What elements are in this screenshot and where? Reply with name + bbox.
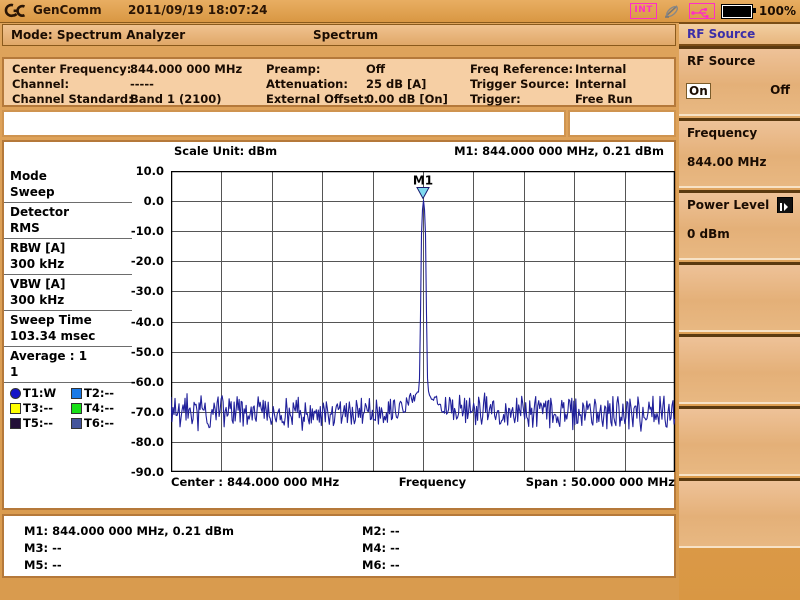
marker-readout-label: M1: 844.000 000 MHz, 0.21 dBm — [454, 144, 664, 158]
marker-row-m6: M6: -- — [362, 558, 400, 572]
softkey-value: 844.00 MHz — [687, 155, 767, 169]
spectrum-analyzer-screen: GenComm 2011/09/19 18:07:24 INT 100% Mod… — [0, 0, 800, 600]
marker-row-m2: M2: -- — [362, 524, 400, 538]
satellite-dish-icon — [664, 4, 678, 18]
plot-area[interactable]: M1 — [170, 170, 676, 473]
marker-value: -- — [390, 558, 400, 572]
x-axis-labels: Center : 844.000 000 MHz Frequency Span … — [171, 475, 675, 489]
param-value: ----- — [130, 77, 154, 91]
menu-title: RF Source — [679, 22, 800, 46]
y-axis-tick-label: -20.0 — [130, 254, 164, 269]
y-axis-tick-label: -50.0 — [130, 344, 164, 359]
softkey-empty-1[interactable] — [679, 262, 800, 332]
softkey-value: 0 dBm — [687, 227, 730, 241]
y-axis-tick-label: -70.0 — [130, 404, 164, 419]
y-axis-tick-label: -40.0 — [130, 314, 164, 329]
marker-value: -- — [52, 558, 62, 572]
span-label: Span : 50.000 000 MHz — [525, 475, 675, 489]
param-label: Freq Reference: — [470, 62, 574, 76]
y-axis-labels: 10.0 0.0 -10.0 -20.0 -30.0 -40.0 -50.0 -60.0 -70… — [4, 164, 169, 479]
mode-bar[interactable]: Mode: Spectrum Analyzer Spectrum — [2, 24, 676, 46]
param-value: Band 1 (2100) — [130, 92, 222, 106]
param-label: Preamp: — [266, 62, 321, 76]
battery-icon — [720, 3, 756, 19]
marker-label: M1: — [24, 524, 49, 538]
softkey-label: Frequency — [687, 126, 758, 140]
usb-icon — [688, 3, 715, 19]
spectrum-trace-svg: M1 — [170, 170, 676, 473]
marker-row-m4: M4: -- — [362, 541, 400, 555]
marker-table[interactable]: M1: 844.000 000 MHz, 0.21 dBm M2: -- M3:… — [2, 514, 676, 578]
marker-value: -- — [390, 541, 400, 555]
softkey-label: RF Source — [687, 54, 756, 68]
param-label: Center Frequency: — [12, 62, 132, 76]
param-value: Off — [366, 62, 386, 76]
param-label: Trigger: — [470, 92, 521, 106]
softkey-rf-source[interactable]: RF Source On Off — [679, 46, 800, 116]
battery-percent-label: 100% — [758, 4, 796, 18]
marker-row-m1: M1: 844.000 000 MHz, 0.21 dBm — [24, 524, 234, 538]
marker-value: -- — [52, 541, 62, 555]
softkey-frequency[interactable]: Frequency 844.00 MHz — [679, 118, 800, 188]
right-softkey-menu: RF Source RF Source On Off Frequency 844… — [679, 22, 800, 600]
param-label: Channel: — [12, 77, 70, 91]
param-column-2: Preamp: Off Attenuation: 25 dB [A] Externa… — [266, 62, 466, 107]
y-axis-tick-label: -80.0 — [130, 434, 164, 449]
marker-label: M3: — [24, 541, 49, 555]
softkey-empty-3[interactable] — [679, 406, 800, 476]
info-box-right — [568, 110, 676, 137]
marker-label: M6: — [362, 558, 387, 572]
y-axis-tick-label: -60.0 — [130, 374, 164, 389]
scale-unit-label: Scale Unit: dBm — [174, 144, 278, 158]
param-value: 844.000 000 MHz — [130, 62, 243, 76]
gc-logo-icon — [4, 3, 26, 18]
param-value: 25 dB [A] — [366, 77, 427, 91]
param-value: 0.00 dB [On] — [366, 92, 448, 106]
y-axis-tick-label: 10.0 — [135, 164, 164, 178]
menu-title-label: RF Source — [687, 27, 756, 41]
param-label: Attenuation: — [266, 77, 348, 91]
status-icon-group: INT 100% — [630, 2, 796, 20]
status-bar: GenComm 2011/09/19 18:07:24 INT 100% — [0, 0, 800, 23]
rf-source-off-option[interactable]: Off — [770, 83, 790, 97]
datetime-label: 2011/09/19 18:07:24 — [128, 3, 268, 17]
y-axis-tick-label: -10.0 — [130, 224, 164, 239]
param-value: Internal — [575, 77, 627, 91]
info-box-left — [2, 110, 566, 137]
softkey-label: Power Level — [687, 198, 770, 212]
brand-label: GenComm — [33, 3, 102, 17]
marker-label: M2: — [362, 524, 387, 538]
rf-source-on-option[interactable]: On — [686, 83, 711, 99]
param-label: Trigger Source: — [470, 77, 570, 91]
marker-value: 844.000 000 MHz, 0.21 dBm — [52, 524, 234, 538]
param-label: Channel Standard: — [12, 92, 133, 106]
mode-label: Mode: Spectrum Analyzer — [11, 28, 186, 42]
marker-row-m5: M5: -- — [24, 558, 62, 572]
marker-label: M5: — [24, 558, 49, 572]
param-label: External Offset: — [266, 92, 368, 106]
step-icon[interactable] — [777, 197, 793, 213]
softkey-empty-4[interactable] — [679, 478, 800, 548]
param-value: Free Run — [575, 92, 633, 106]
y-axis-tick-label: 0.0 — [143, 194, 164, 209]
softkey-power-level[interactable]: Power Level 0 dBm — [679, 190, 800, 260]
frequency-axis-label: Frequency — [398, 475, 467, 489]
spectrum-display[interactable]: Mode Sweep Detector RMS RBW [A] 300 kHz … — [2, 140, 676, 510]
y-axis-tick-label: -90.0 — [130, 465, 164, 479]
param-column-1: Center Frequency:844.000 000 MHz Channel… — [12, 62, 262, 107]
marker-row-m3: M3: -- — [24, 541, 62, 555]
softkey-empty-2[interactable] — [679, 334, 800, 404]
mode-sub-label: Spectrum — [313, 28, 379, 42]
y-axis-tick-label: -30.0 — [130, 284, 164, 299]
param-column-3: Freq Reference: Internal Trigger Source: I… — [470, 62, 676, 107]
parameter-header: Center Frequency:844.000 000 MHz Channel… — [2, 57, 676, 107]
param-value: Internal — [575, 62, 627, 76]
int-icon: INT — [630, 3, 657, 19]
center-frequency-label: Center : 844.000 000 MHz — [171, 475, 340, 489]
marker-value: -- — [390, 524, 400, 538]
marker-m1-label: M1 — [413, 173, 433, 187]
marker-label: M4: — [362, 541, 387, 555]
